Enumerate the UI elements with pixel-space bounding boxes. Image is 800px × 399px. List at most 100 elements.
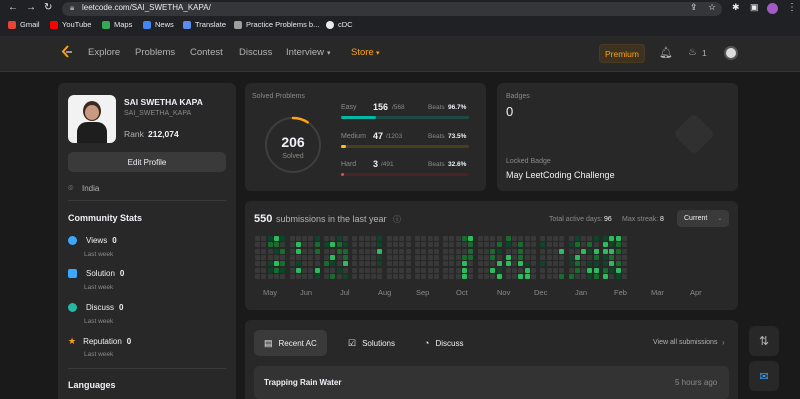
recent-item-title[interactable]: Trapping Rain Water bbox=[264, 378, 342, 387]
heatmap-cell[interactable] bbox=[324, 248, 329, 254]
heatmap-cell[interactable] bbox=[364, 236, 370, 241]
heatmap-cell[interactable] bbox=[364, 242, 370, 248]
nav-discuss[interactable]: Discuss bbox=[239, 47, 272, 58]
heatmap-cell[interactable] bbox=[352, 248, 358, 254]
heatmap-cell[interactable] bbox=[267, 254, 273, 260]
heatmap-cell[interactable] bbox=[433, 242, 439, 248]
heatmap-cell[interactable] bbox=[615, 248, 621, 254]
heatmap-cell[interactable] bbox=[302, 261, 308, 267]
heatmap-cell[interactable] bbox=[559, 273, 565, 279]
heatmap-cell[interactable] bbox=[552, 248, 558, 254]
tab-solutions[interactable]: ☑ Solutions bbox=[338, 330, 405, 356]
heatmap-cell[interactable] bbox=[609, 248, 615, 254]
heatmap-cell[interactable] bbox=[427, 267, 433, 273]
heatmap-cell[interactable] bbox=[336, 236, 342, 241]
heatmap-cell[interactable] bbox=[615, 254, 621, 260]
heatmap-cell[interactable] bbox=[603, 267, 608, 273]
heatmap-cell[interactable] bbox=[540, 273, 546, 279]
heatmap-cell[interactable] bbox=[593, 273, 599, 279]
heatmap-cell[interactable] bbox=[421, 236, 427, 241]
heatmap-cell[interactable] bbox=[496, 261, 502, 267]
heatmap-cell[interactable] bbox=[386, 236, 392, 241]
heatmap-cell[interactable] bbox=[414, 254, 420, 260]
heatmap-cell[interactable] bbox=[546, 242, 552, 248]
heatmap-cell[interactable] bbox=[414, 261, 420, 267]
heatmap-cell[interactable] bbox=[308, 242, 314, 248]
heatmap-cell[interactable] bbox=[609, 242, 615, 248]
heatmap-cell[interactable] bbox=[505, 273, 511, 279]
heatmap-cell[interactable] bbox=[314, 261, 320, 267]
heatmap-cell[interactable] bbox=[546, 261, 552, 267]
heatmap-cell[interactable] bbox=[518, 254, 524, 260]
heatmap-cell[interactable] bbox=[518, 248, 524, 254]
heatmap-cell[interactable] bbox=[421, 261, 427, 267]
heatmap-cell[interactable] bbox=[540, 248, 546, 254]
heatmap-cell[interactable] bbox=[280, 267, 286, 273]
heatmap-cell[interactable] bbox=[574, 261, 580, 267]
heatmap-cell[interactable] bbox=[615, 273, 621, 279]
heatmap-cell[interactable] bbox=[546, 273, 552, 279]
heatmap-cell[interactable] bbox=[483, 242, 489, 248]
bookmark-cdc[interactable]: cDC bbox=[326, 20, 353, 29]
heatmap-cell[interactable] bbox=[377, 242, 383, 248]
heatmap-cell[interactable] bbox=[427, 248, 433, 254]
back-icon[interactable]: ← bbox=[8, 2, 18, 13]
heatmap-cell[interactable] bbox=[490, 236, 496, 241]
heatmap-cell[interactable] bbox=[280, 273, 286, 279]
heatmap-cell[interactable] bbox=[518, 261, 524, 267]
heatmap-cell[interactable] bbox=[314, 254, 320, 260]
heatmap-cell[interactable] bbox=[512, 248, 518, 254]
heatmap-cell[interactable] bbox=[574, 254, 580, 260]
heatmap-cell[interactable] bbox=[609, 261, 615, 267]
heatmap-cell[interactable] bbox=[308, 248, 314, 254]
heatmap-cell[interactable] bbox=[399, 248, 405, 254]
heatmap-cell[interactable] bbox=[559, 261, 565, 267]
heatmap-cell[interactable] bbox=[531, 267, 536, 273]
heatmap-cell[interactable] bbox=[352, 236, 358, 241]
heatmap-cell[interactable] bbox=[308, 236, 314, 241]
heatmap-cell[interactable] bbox=[399, 261, 405, 267]
heatmap-cell[interactable] bbox=[273, 273, 279, 279]
heatmap-cell[interactable] bbox=[587, 273, 593, 279]
bookmark-gmail[interactable]: Gmail bbox=[8, 20, 40, 29]
heatmap-cell[interactable] bbox=[330, 236, 336, 241]
heatmap-cell[interactable] bbox=[371, 248, 377, 254]
heatmap-cell[interactable] bbox=[255, 261, 260, 267]
nav-store[interactable]: Store bbox=[351, 47, 374, 58]
heatmap-cell[interactable] bbox=[443, 254, 449, 260]
heatmap-cell[interactable] bbox=[433, 261, 439, 267]
heatmap-cell[interactable] bbox=[477, 261, 483, 267]
heatmap-cell[interactable] bbox=[324, 242, 329, 248]
heatmap-cell[interactable] bbox=[621, 267, 627, 273]
heatmap-cell[interactable] bbox=[261, 248, 267, 254]
heatmap-cell[interactable] bbox=[255, 242, 260, 248]
heatmap-cell[interactable] bbox=[295, 273, 301, 279]
heatmap-cell[interactable] bbox=[552, 261, 558, 267]
heatmap-cell[interactable] bbox=[587, 261, 593, 267]
heatmap-cell[interactable] bbox=[427, 236, 433, 241]
heatmap-cell[interactable] bbox=[399, 267, 405, 273]
heatmap-cell[interactable] bbox=[393, 248, 398, 254]
heatmap-cell[interactable] bbox=[581, 242, 587, 248]
heatmap-cell[interactable] bbox=[273, 242, 279, 248]
heatmap-cell[interactable] bbox=[330, 267, 336, 273]
heatmap-cell[interactable] bbox=[427, 261, 433, 267]
heatmap-cell[interactable] bbox=[505, 254, 511, 260]
heatmap-cell[interactable] bbox=[393, 273, 398, 279]
heatmap-cell[interactable] bbox=[581, 267, 587, 273]
heatmap-cell[interactable] bbox=[295, 261, 301, 267]
heatmap-cell[interactable] bbox=[399, 242, 405, 248]
premium-button[interactable]: Premium bbox=[599, 44, 645, 63]
heatmap-cell[interactable] bbox=[455, 267, 461, 273]
heatmap-cell[interactable] bbox=[490, 248, 496, 254]
heatmap-cell[interactable] bbox=[405, 236, 411, 241]
heatmap-cell[interactable] bbox=[462, 242, 467, 248]
heatmap-cell[interactable] bbox=[449, 267, 455, 273]
heatmap-cell[interactable] bbox=[559, 248, 565, 254]
heatmap-cell[interactable] bbox=[587, 254, 593, 260]
heatmap-cell[interactable] bbox=[433, 236, 439, 241]
heatmap-cell[interactable] bbox=[603, 261, 608, 267]
heatmap-cell[interactable] bbox=[371, 242, 377, 248]
heatmap-cell[interactable] bbox=[552, 267, 558, 273]
switch-layout-icon[interactable]: ⇅ bbox=[749, 326, 779, 356]
